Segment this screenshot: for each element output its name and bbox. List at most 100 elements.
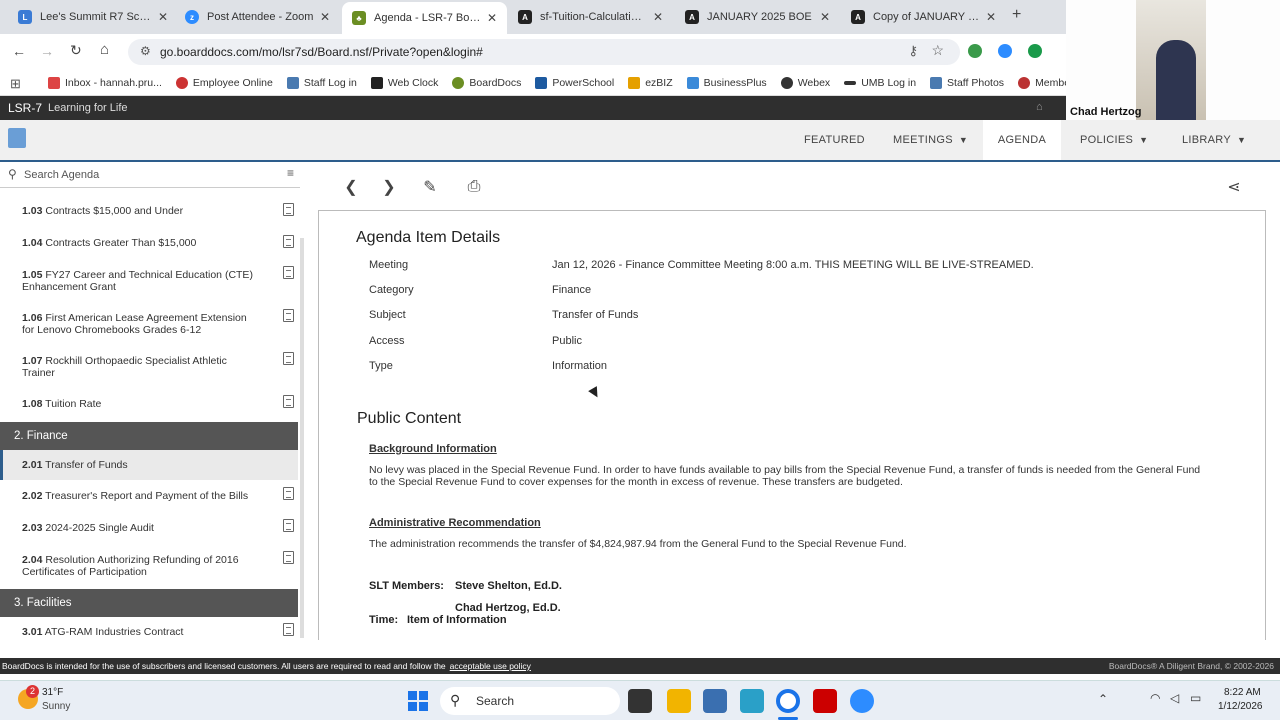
clock-time[interactable]: 8:22 AM — [1224, 687, 1261, 698]
bookmark-item[interactable]: Web Clock — [370, 76, 438, 89]
url-field[interactable]: ⚙ go.boarddocs.com/mo/lsr7sd/Board.nsf/P… — [128, 39, 960, 65]
clock-date[interactable]: 1/12/2026 — [1218, 701, 1263, 712]
share-icon[interactable]: ⋖ — [1217, 172, 1251, 202]
speaker-icon[interactable]: ◁ — [1170, 691, 1179, 705]
bookmark-item[interactable]: BusinessPlus — [686, 76, 767, 89]
browser-tab[interactable]: A JANUARY 2025 BOE ✕ — [675, 4, 840, 30]
bookmark-item[interactable]: UMB Log in — [844, 77, 916, 89]
extension-icon[interactable] — [1028, 44, 1042, 58]
apps-grid-icon[interactable]: ⊞ — [10, 76, 21, 92]
bookmark-item[interactable]: Inbox - hannah.pru... — [48, 76, 162, 89]
agenda-item[interactable]: 1.08 Tuition Rate — [22, 398, 272, 410]
bookmark-item[interactable]: PowerSchool — [535, 76, 614, 89]
bookmark-item[interactable]: Employee Online — [175, 76, 273, 89]
browser-tab[interactable]: z Post Attendee - Zoom ✕ — [175, 4, 340, 30]
back-arrow-icon[interactable]: ← — [12, 43, 26, 59]
bookmark-star-icon[interactable]: ☆ — [931, 42, 944, 59]
bookmark-item[interactable]: Webex — [780, 76, 830, 89]
reload-icon[interactable]: ↻ — [70, 42, 82, 59]
menu-icon[interactable]: ≡ — [287, 166, 294, 180]
windows-start-icon[interactable] — [408, 691, 428, 711]
document-icon[interactable] — [283, 623, 294, 636]
task-view-icon[interactable] — [628, 689, 652, 713]
agenda-item[interactable]: 2.03 2024-2025 Single Audit — [22, 522, 272, 534]
taskbar-search-box[interactable]: ⚲ Search — [440, 687, 620, 715]
nav-featured[interactable]: FEATURED — [804, 120, 865, 160]
tab-title: sf-Tuition-Calculation-d — [540, 11, 647, 23]
search-agenda-input[interactable]: ⚲ Search Agenda ≡ — [0, 162, 300, 188]
document-icon[interactable] — [283, 235, 294, 248]
calculator-icon[interactable] — [703, 689, 727, 713]
section-facilities[interactable]: 3. Facilities — [0, 589, 298, 617]
boarddocs-logo[interactable] — [8, 128, 26, 148]
document-icon[interactable] — [283, 487, 294, 500]
staff-login-icon — [286, 76, 299, 89]
acceptable-use-link[interactable]: acceptable use policy — [450, 661, 531, 671]
password-key-icon[interactable]: ⚷ — [908, 43, 918, 59]
print-icon[interactable]: ⎙ — [457, 172, 491, 202]
close-icon[interactable]: ✕ — [158, 10, 168, 24]
document-icon[interactable] — [283, 519, 294, 532]
time-label: Time: — [369, 614, 399, 626]
browser-tab-active[interactable]: ♣ Agenda - LSR-7 BoardD ✕ — [342, 2, 507, 34]
close-icon[interactable]: ✕ — [820, 10, 830, 24]
zoom-app-icon[interactable] — [850, 689, 874, 713]
section-finance[interactable]: 2. Finance — [0, 422, 298, 450]
chevron-up-icon[interactable]: ⌃ — [1098, 692, 1108, 706]
agenda-item[interactable]: 3.01 ATG-RAM Industries Contract — [22, 626, 272, 638]
gmail-icon — [48, 76, 60, 89]
forward-arrow-icon[interactable]: → — [40, 43, 54, 59]
document-icon[interactable] — [283, 203, 294, 216]
close-icon[interactable]: ✕ — [986, 10, 996, 24]
extension-icon[interactable] — [968, 44, 982, 58]
agenda-item[interactable]: 1.03 Contracts $15,000 and Under — [22, 205, 272, 217]
nav-agenda[interactable]: AGENDA — [983, 120, 1061, 160]
battery-icon[interactable]: ▭ — [1190, 691, 1201, 705]
document-icon[interactable] — [283, 551, 294, 564]
bookmark-item[interactable]: Staff Photos — [930, 76, 1004, 89]
document-icon[interactable] — [283, 352, 294, 365]
nav-policies[interactable]: POLICIES ▼ — [1080, 120, 1148, 160]
wifi-icon[interactable]: ◠ — [1150, 691, 1160, 705]
browser-tab[interactable]: Asf-Tuition-Calculation-d ✕ — [508, 4, 673, 30]
bookmark-label: BoardDocs — [469, 76, 522, 89]
agenda-item[interactable]: 1.07 Rockhill Orthopaedic Specialist Ath… — [22, 355, 272, 379]
agenda-item[interactable]: 1.06 First American Lease Agreement Exte… — [22, 312, 272, 336]
chrome-icon[interactable] — [776, 689, 800, 713]
zoom-extension-icon[interactable] — [998, 44, 1012, 58]
agenda-item[interactable]: 1.05 FY27 Career and Technical Education… — [22, 269, 272, 293]
agenda-item-selected[interactable]: 2.01 Transfer of Funds — [22, 459, 272, 471]
snipping-tool-icon[interactable] — [740, 689, 764, 713]
type-label: Type — [369, 360, 393, 372]
close-icon[interactable]: ✕ — [653, 10, 663, 24]
item-number: 3.01 — [22, 626, 43, 638]
agenda-item[interactable]: 1.04 Contracts Greater Than $15,000 — [22, 237, 272, 249]
bookmark-item[interactable]: BoardDocs — [452, 76, 522, 89]
bookmark-item[interactable]: ezBIZ — [628, 76, 673, 89]
nav-meetings[interactable]: MEETINGS ▼ — [893, 120, 968, 160]
agenda-item[interactable]: 2.04 Resolution Authorizing Refunding of… — [22, 554, 272, 578]
webex-icon — [780, 76, 793, 89]
nav-library[interactable]: LIBRARY ▼ — [1182, 120, 1246, 160]
bookmark-item[interactable]: Staff Log in — [286, 76, 357, 89]
acrobat-icon[interactable] — [813, 689, 837, 713]
home-icon[interactable]: ⌂ — [1036, 101, 1043, 113]
new-tab-button[interactable]: + — [1012, 6, 1021, 24]
site-info-icon[interactable]: ⚙ — [140, 44, 151, 58]
home-icon[interactable]: ⌂ — [100, 41, 109, 58]
browser-tab[interactable]: L Lee's Summit R7 School ✕ — [8, 4, 178, 30]
powerschool-icon — [535, 76, 548, 89]
close-icon[interactable]: ✕ — [320, 10, 330, 24]
edit-pencil-icon[interactable]: ✎ — [413, 172, 447, 202]
file-explorer-icon[interactable] — [667, 689, 691, 713]
footer-text: BoardDocs is intended for the use of sub… — [2, 661, 446, 671]
agenda-item[interactable]: 2.02 Treasurer's Report and Payment of t… — [22, 490, 272, 502]
document-icon[interactable] — [283, 266, 294, 279]
document-icon[interactable] — [283, 395, 294, 408]
weather-condition: Sunny — [42, 701, 71, 712]
document-icon[interactable] — [283, 309, 294, 322]
previous-arrow-button[interactable]: ❮ — [334, 172, 368, 202]
browser-tab[interactable]: A Copy of JANUARY 2025 ✕ — [841, 4, 1006, 30]
next-arrow-button[interactable]: ❯ — [372, 172, 406, 202]
close-icon[interactable]: ✕ — [487, 11, 497, 25]
